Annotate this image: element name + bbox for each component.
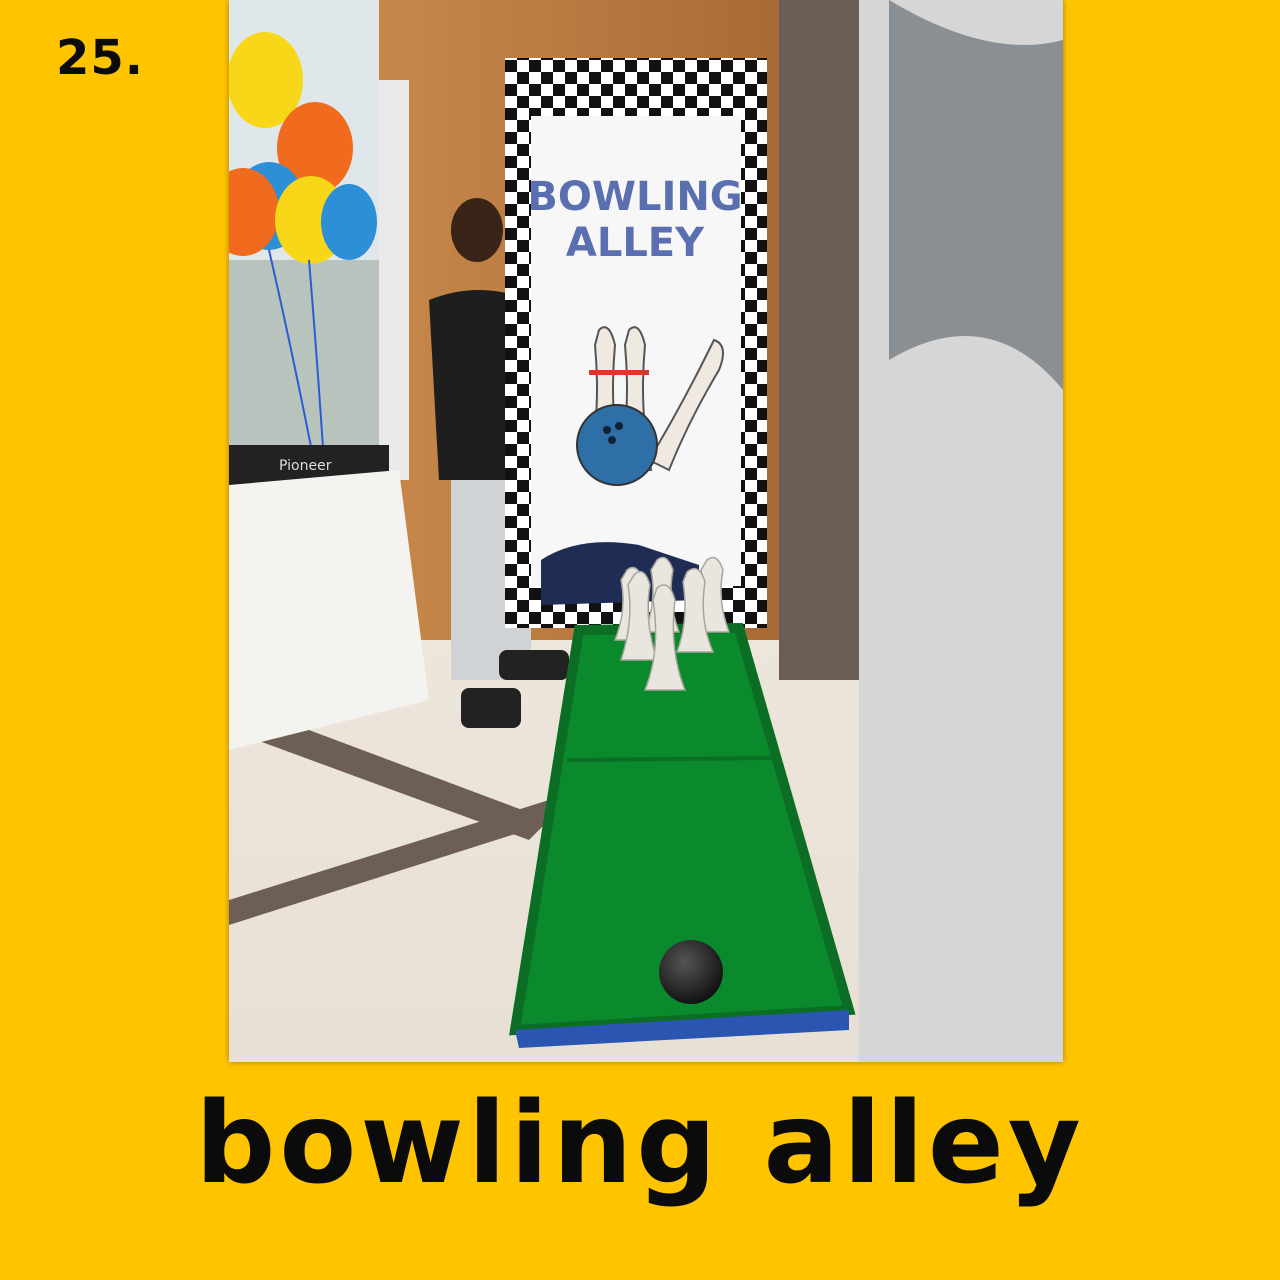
sign-line2: ALLEY bbox=[566, 220, 705, 266]
dj-brand-label: Pioneer bbox=[279, 458, 332, 474]
bowling-alley-photo: Pioneer BOWLING ALLEY bbox=[229, 0, 1063, 1062]
dj-table: Pioneer bbox=[229, 445, 429, 750]
bowling-ball bbox=[659, 940, 723, 1004]
caption: bowling alley bbox=[195, 1079, 1085, 1209]
marble-pillar bbox=[779, 0, 859, 680]
item-number: 25. bbox=[56, 30, 145, 86]
sign-line1: BOWLING bbox=[527, 174, 742, 220]
bowling-sign: BOWLING ALLEY bbox=[505, 58, 767, 628]
